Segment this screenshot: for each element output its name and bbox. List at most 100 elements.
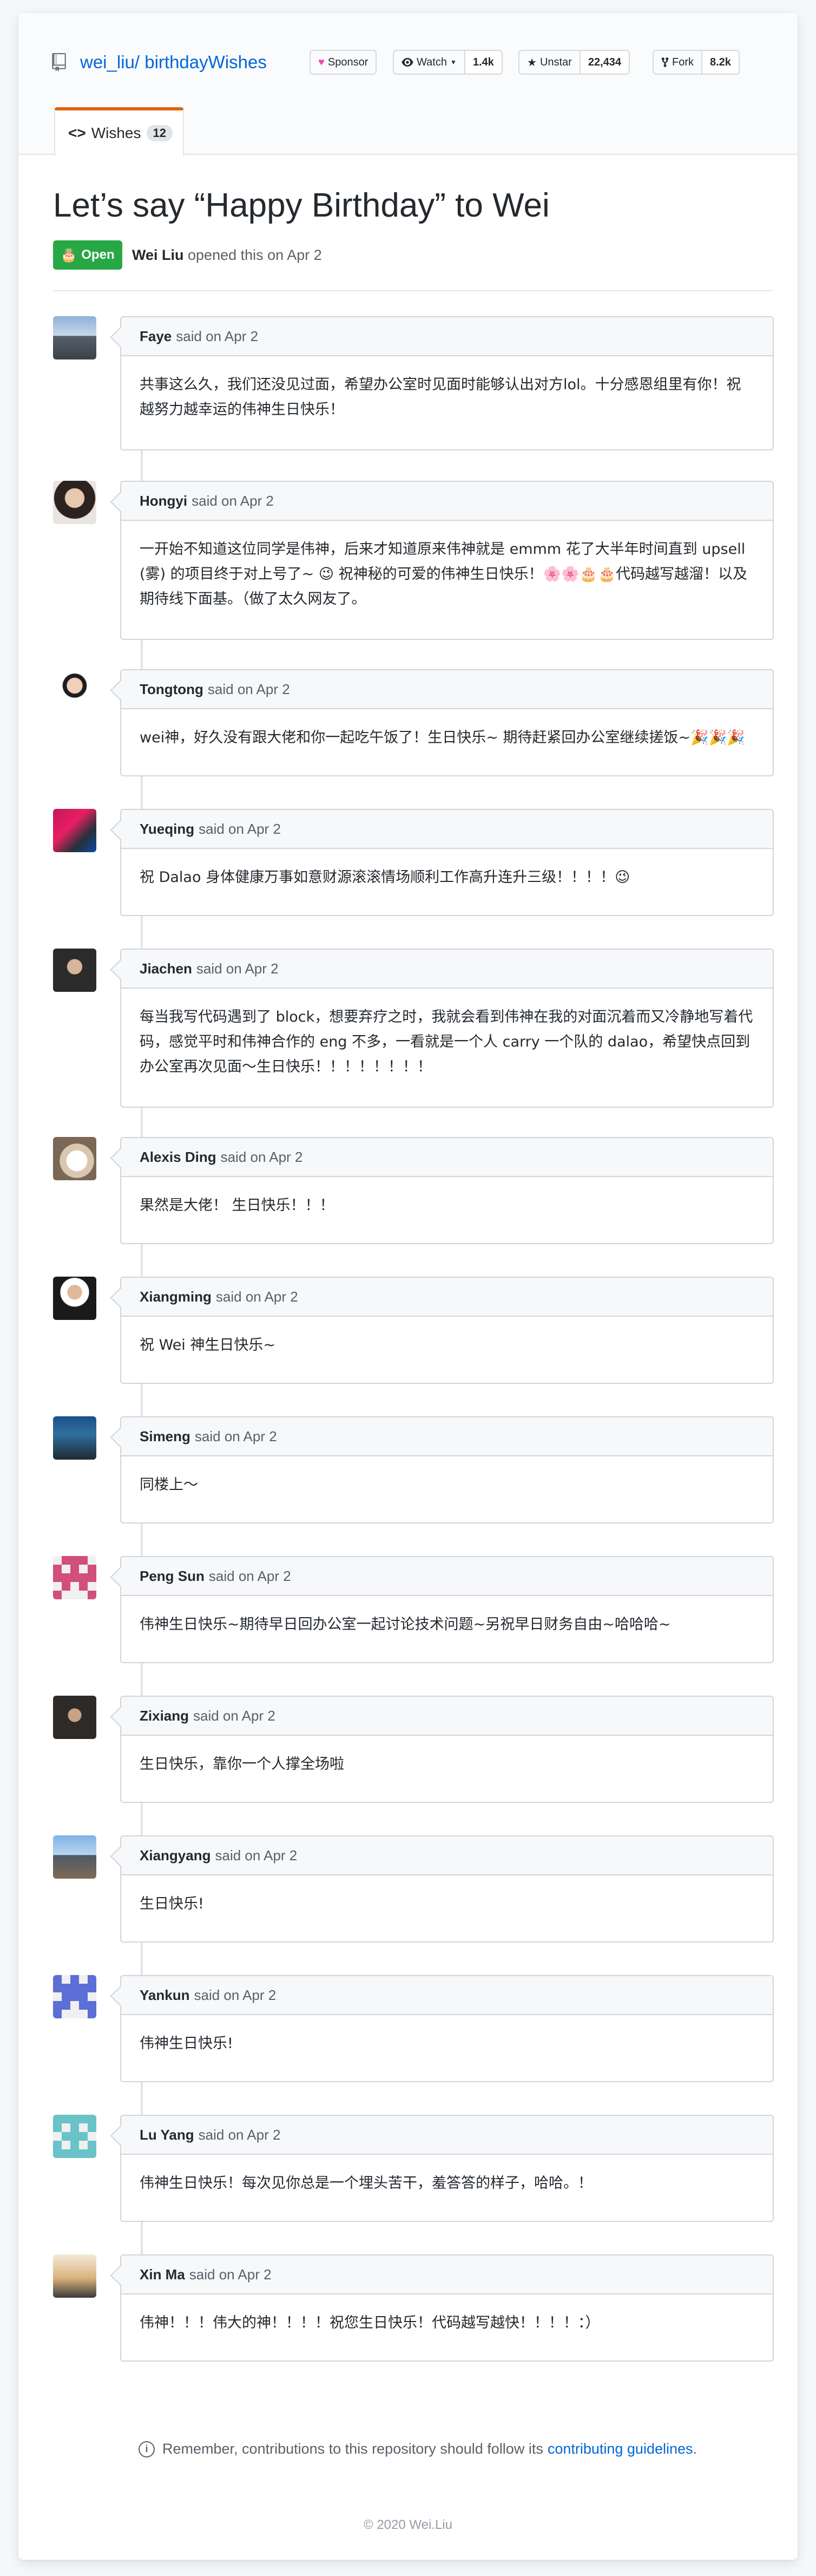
- comment-date: said on Apr 2: [207, 681, 290, 697]
- sponsor-button[interactable]: ♥ Sponsor: [310, 50, 377, 75]
- comment-body: wei神，好久没有跟大佬和你一起吃午饭了！生日快乐~ 期待赶紧回办公室继续搓饭~…: [140, 729, 745, 746]
- comment-date: said on Apr 2: [215, 1847, 298, 1864]
- comment-body: 共事这么久，我们还没见过面，希望办公室时见面时能够认出对方lol。十分感恩组里有…: [140, 376, 741, 418]
- contribution-note-period: .: [693, 2441, 697, 2457]
- comment-header: Hongyi said on Apr 2: [121, 482, 773, 521]
- avatar[interactable]: [53, 1975, 96, 2018]
- comment-author[interactable]: Lu Yang: [140, 2127, 194, 2143]
- comment-author[interactable]: Hongyi: [140, 493, 187, 509]
- star-count[interactable]: 22,434: [579, 51, 629, 74]
- watch-button[interactable]: Watch ▼: [394, 51, 464, 74]
- sponsor-label: Sponsor: [327, 56, 368, 68]
- avatar[interactable]: [53, 481, 96, 524]
- repo-name-link[interactable]: birthdayWishes: [144, 52, 267, 72]
- comment-header: Yankun said on Apr 2: [121, 1976, 773, 2015]
- page-card: wei_liu/ birthdayWishes ♥ Sponsor Watch ▼…: [18, 13, 798, 2560]
- comment-body: 生日快乐!: [140, 1895, 204, 1912]
- comment-box: Zixiang said on Apr 2 生日快乐，靠你一个人撑全场啦: [120, 1696, 774, 1803]
- repo-header: wei_liu/ birthdayWishes ♥ Sponsor Watch ▼…: [18, 13, 798, 156]
- comment-author[interactable]: Xiangming: [140, 1289, 212, 1305]
- repo-icon: [52, 53, 66, 71]
- comment-header: Tongtong said on Apr 2: [121, 670, 773, 709]
- comment-body: 同楼上～: [140, 1476, 198, 1493]
- repo-owner-link[interactable]: wei_liu/: [80, 52, 140, 72]
- comment-author[interactable]: Xiangyang: [140, 1847, 210, 1864]
- comment-box: Xiangming said on Apr 2 祝 Wei 神生日快乐~: [120, 1277, 774, 1384]
- avatar[interactable]: [53, 1835, 96, 1879]
- comment-box: Xin Ma said on Apr 2 伟神！！！伟大的神！！！！祝您生日快乐！…: [120, 2254, 774, 2362]
- avatar[interactable]: [53, 1277, 96, 1320]
- tab-wishes-label: Wishes: [91, 125, 141, 141]
- comment-body: 一开始不知道这位同学是伟神，后来才知道原来伟神就是 emmm 花了大半年时间直到…: [140, 541, 748, 607]
- comment-body: 伟神！！！伟大的神！！！！祝您生日快乐！代码越写越快！！！！：）: [140, 2315, 600, 2331]
- comment-author[interactable]: Yueqing: [140, 821, 194, 838]
- comment-box: Faye said on Apr 2 共事这么久，我们还没见过面，希望办公室时见面…: [120, 316, 774, 450]
- issue-meta: Wei Liu opened this on Apr 2: [132, 247, 322, 264]
- star-icon: ★: [527, 56, 537, 69]
- comment-author[interactable]: Jiachen: [140, 960, 192, 977]
- comment-body: 祝 Dalao 身体健康万事如意财源滚滚情场顺利工作高升连升三级！！！！😉: [140, 869, 630, 886]
- watch-count[interactable]: 1.4k: [464, 51, 502, 74]
- comment-header: Xiangming said on Apr 2: [121, 1278, 773, 1317]
- comment-date: said on Apr 2: [189, 2266, 272, 2283]
- comment-author[interactable]: Faye: [140, 328, 172, 345]
- code-icon: <>: [68, 125, 86, 141]
- comment-header: Xiangyang said on Apr 2: [121, 1836, 773, 1875]
- comment-date: said on Apr 2: [208, 1567, 291, 1584]
- avatar[interactable]: [53, 1556, 96, 1599]
- avatar[interactable]: [53, 2254, 96, 2298]
- unstar-label: Unstar: [539, 56, 572, 68]
- info-icon: i: [139, 2441, 155, 2457]
- comment-box: Jiachen said on Apr 2 每当我写代码遇到了 block，想要弃…: [120, 949, 774, 1108]
- avatar[interactable]: [53, 669, 96, 712]
- comment-author[interactable]: Alexis Ding: [140, 1149, 216, 1166]
- comment-date: said on Apr 2: [220, 1148, 303, 1165]
- avatar[interactable]: [53, 316, 96, 359]
- avatar[interactable]: [53, 1137, 96, 1180]
- comment-date: said on Apr 2: [196, 960, 279, 977]
- comment-author[interactable]: Yankun: [140, 1987, 189, 2004]
- comment-body: 伟神生日快乐！每次见你总是一个埋头苦干，羞答答的样子，哈哈。！: [140, 2175, 593, 2192]
- issue-opened-text: opened this on Apr 2: [188, 247, 322, 263]
- comment-date: said on Apr 2: [194, 1428, 277, 1444]
- watch-button-group: Watch ▼ 1.4k: [393, 50, 503, 75]
- comment-header: Jiachen said on Apr 2: [121, 950, 773, 989]
- comment-box: Simeng said on Apr 2 同楼上～: [120, 1416, 774, 1524]
- comment-date: said on Apr 2: [193, 1707, 275, 1724]
- comment-author[interactable]: Zixiang: [140, 1708, 189, 1724]
- comment-date: said on Apr 2: [176, 328, 259, 344]
- comment-body: 生日快乐，靠你一个人撑全场啦: [140, 1756, 344, 1773]
- issue-author-link[interactable]: Wei Liu: [132, 247, 184, 263]
- issue-state-label: Open: [81, 247, 115, 262]
- comment-body: 果然是大佬！ 生日快乐！！！: [140, 1197, 334, 1214]
- comment-author[interactable]: Xin Ma: [140, 2266, 185, 2283]
- avatar[interactable]: [53, 809, 96, 852]
- tab-wishes-count: 12: [146, 125, 173, 141]
- comment-body: 祝 Wei 神生日快乐~: [140, 1337, 276, 1354]
- contributing-guidelines-link[interactable]: contributing guidelines: [548, 2441, 693, 2457]
- comment-body: 每当我写代码遇到了 block，想要弃疗之时，我就会看到伟神在我的对面沉着而又冷…: [140, 1009, 753, 1075]
- identicon: [53, 1975, 96, 2018]
- eye-icon: [402, 58, 413, 67]
- fork-button[interactable]: Fork: [654, 51, 701, 74]
- heart-icon: ♥: [318, 56, 325, 68]
- comment-date: said on Apr 2: [198, 2126, 281, 2143]
- comment-body: 伟神生日快乐~期待早日回办公室一起讨论技术问题~另祝早日财务自由~哈哈哈~: [140, 1616, 671, 1633]
- avatar[interactable]: [53, 2115, 96, 2158]
- repo-title: wei_liu/ birthdayWishes: [80, 52, 267, 73]
- comment-body: 伟神生日快乐!: [140, 2035, 233, 2052]
- comment-header: Simeng said on Apr 2: [121, 1417, 773, 1456]
- comment-date: said on Apr 2: [192, 492, 274, 509]
- fork-button-group: Fork 8.2k: [653, 50, 740, 75]
- fork-count[interactable]: 8.2k: [701, 51, 739, 74]
- avatar[interactable]: [53, 949, 96, 992]
- tab-wishes[interactable]: <> Wishes 12: [54, 107, 184, 156]
- avatar[interactable]: [53, 1416, 96, 1460]
- avatar[interactable]: [53, 1696, 96, 1739]
- contribution-note: i Remember, contributions to this reposi…: [139, 2441, 697, 2457]
- comment-author[interactable]: Tongtong: [140, 681, 203, 698]
- issue-header-divider: [53, 290, 773, 291]
- comment-author[interactable]: Simeng: [140, 1428, 190, 1445]
- comment-author[interactable]: Peng Sun: [140, 1568, 205, 1585]
- unstar-button[interactable]: ★ Unstar: [519, 51, 580, 74]
